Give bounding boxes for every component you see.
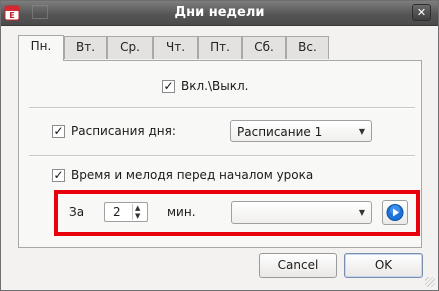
close-icon: ✕ bbox=[416, 6, 427, 19]
highlight-annotation bbox=[54, 190, 420, 236]
tab-sunday[interactable]: Вс. bbox=[286, 36, 329, 59]
schedule-checkbox[interactable]: ✓ bbox=[52, 125, 65, 138]
tab-saturday[interactable]: Сб. bbox=[242, 36, 286, 59]
melody-label: Время и мелодя перед началом урока bbox=[71, 168, 314, 182]
chevron-down-icon: ▼ bbox=[358, 127, 365, 136]
enable-checkbox[interactable]: ✓ bbox=[162, 80, 175, 93]
cancel-button[interactable]: Cancel bbox=[259, 253, 337, 278]
schedule-label: Расписания дня: bbox=[71, 124, 176, 138]
schedule-select[interactable]: Расписание 1 ▼ bbox=[230, 120, 372, 142]
separator bbox=[29, 107, 415, 109]
tab-thursday[interactable]: Чт. bbox=[153, 36, 198, 59]
schedule-select-value: Расписание 1 bbox=[237, 125, 323, 139]
resize-grip[interactable] bbox=[425, 277, 435, 287]
title-bar[interactable]: E Дни недели ✕ bbox=[1, 1, 438, 26]
enable-label: Вкл.\Выкл. bbox=[181, 79, 249, 93]
tab-monday[interactable]: Пн. bbox=[18, 35, 64, 61]
close-button[interactable]: ✕ bbox=[412, 4, 431, 21]
tab-tuesday[interactable]: Вт. bbox=[64, 36, 107, 59]
separator bbox=[29, 155, 415, 157]
ok-button[interactable]: OK bbox=[344, 253, 423, 278]
melody-checkbox[interactable]: ✓ bbox=[52, 169, 65, 182]
tab-friday[interactable]: Пт. bbox=[198, 36, 242, 59]
tab-wednesday[interactable]: Ср. bbox=[107, 36, 153, 59]
dialog-window: E Дни недели ✕ Пн. Вт. Ср. Чт. Пт. Сб. В… bbox=[0, 0, 439, 291]
window-title: Дни недели bbox=[174, 5, 265, 20]
